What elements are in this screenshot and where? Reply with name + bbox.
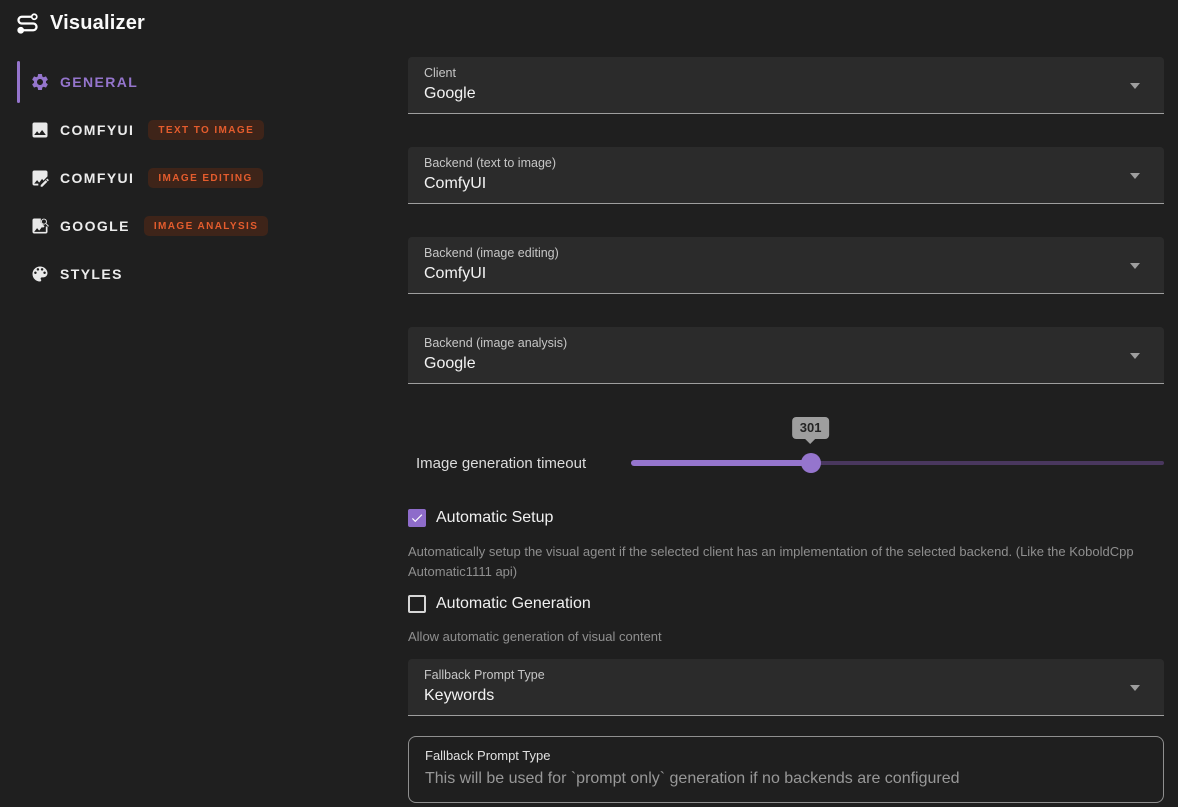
slider-label: Image generation timeout [408, 455, 631, 472]
backend-text-to-image-select[interactable]: Backend (text to image) ComfyUI [408, 147, 1164, 204]
visualizer-logo-icon [14, 10, 41, 37]
checkbox-label: Automatic Setup [436, 509, 553, 527]
sidebar-item-label: COMFYUI [60, 122, 134, 138]
status-badge: IMAGE ANALYSIS [144, 216, 268, 236]
fallback-prompt-type-select[interactable]: Fallback Prompt Type Keywords [408, 659, 1164, 716]
status-badge: IMAGE EDITING [148, 168, 262, 188]
field-value: Google [424, 355, 1148, 373]
image-icon [30, 120, 50, 140]
checkbox-label: Automatic Generation [436, 595, 591, 613]
automatic-setup-checkbox[interactable]: Automatic Setup [408, 509, 1164, 527]
chevron-down-icon [1130, 173, 1140, 179]
status-badge: TEXT TO IMAGE [148, 120, 264, 140]
chevron-down-icon [1130, 353, 1140, 359]
field-label: Fallback Prompt Type [425, 748, 1147, 763]
automatic-generation-checkbox[interactable]: Automatic Generation [408, 595, 1164, 613]
helper-text: Allow automatic generation of visual con… [408, 627, 1164, 647]
field-placeholder: This will be used for `prompt only` gene… [425, 770, 1147, 788]
chevron-down-icon [1130, 263, 1140, 269]
field-label: Backend (text to image) [424, 156, 1148, 170]
field-label: Client [424, 66, 1148, 80]
backend-image-analysis-select[interactable]: Backend (image analysis) Google [408, 327, 1164, 384]
field-label: Backend (image analysis) [424, 336, 1148, 350]
settings-panel: Client Google Backend (text to image) Co… [408, 40, 1178, 803]
image-edit-icon [30, 168, 50, 188]
sidebar-item-styles[interactable]: STYLES [0, 250, 408, 298]
helper-text: Automatically setup the visual agent if … [408, 542, 1164, 582]
field-label: Backend (image editing) [424, 246, 1148, 260]
sidebar: GENERAL COMFYUI TEXT TO IMAGE COMFYUI IM… [0, 40, 408, 298]
content-row: GENERAL COMFYUI TEXT TO IMAGE COMFYUI IM… [0, 40, 1178, 803]
slider-value-tooltip: 301 [792, 417, 830, 439]
checkbox-icon[interactable] [408, 509, 426, 527]
field-value: Google [424, 85, 1148, 103]
slider-track-fill [631, 460, 811, 466]
chevron-down-icon [1130, 83, 1140, 89]
field-label: Fallback Prompt Type [424, 668, 1148, 682]
timeout-slider-section: Image generation timeout 301 [408, 417, 1164, 477]
sidebar-item-general[interactable]: GENERAL [0, 58, 408, 106]
sidebar-item-label: STYLES [60, 266, 123, 282]
fallback-prompt-textarea[interactable]: Fallback Prompt Type This will be used f… [408, 736, 1164, 803]
sidebar-item-label: GOOGLE [60, 218, 130, 234]
sidebar-item-label: COMFYUI [60, 170, 134, 186]
palette-icon [30, 264, 50, 284]
sidebar-item-comfyui-image-editing[interactable]: COMFYUI IMAGE EDITING [0, 154, 408, 202]
checkbox-icon[interactable] [408, 595, 426, 613]
sidebar-item-comfyui-text-to-image[interactable]: COMFYUI TEXT TO IMAGE [0, 106, 408, 154]
page-title: Visualizer [50, 12, 145, 35]
client-select[interactable]: Client Google [408, 57, 1164, 114]
gear-icon [30, 72, 50, 92]
timeout-slider[interactable]: 301 [631, 449, 1164, 477]
slider-thumb[interactable] [801, 453, 821, 473]
backend-image-editing-select[interactable]: Backend (image editing) ComfyUI [408, 237, 1164, 294]
app-header: Visualizer [0, 0, 1178, 40]
field-value: ComfyUI [424, 175, 1148, 193]
field-value: Keywords [424, 687, 1148, 705]
sidebar-item-google-image-analysis[interactable]: GOOGLE IMAGE ANALYSIS [0, 202, 408, 250]
chevron-down-icon [1130, 685, 1140, 691]
active-indicator [17, 61, 20, 103]
sidebar-item-label: GENERAL [60, 74, 138, 90]
image-search-icon [30, 216, 50, 236]
field-value: ComfyUI [424, 265, 1148, 283]
